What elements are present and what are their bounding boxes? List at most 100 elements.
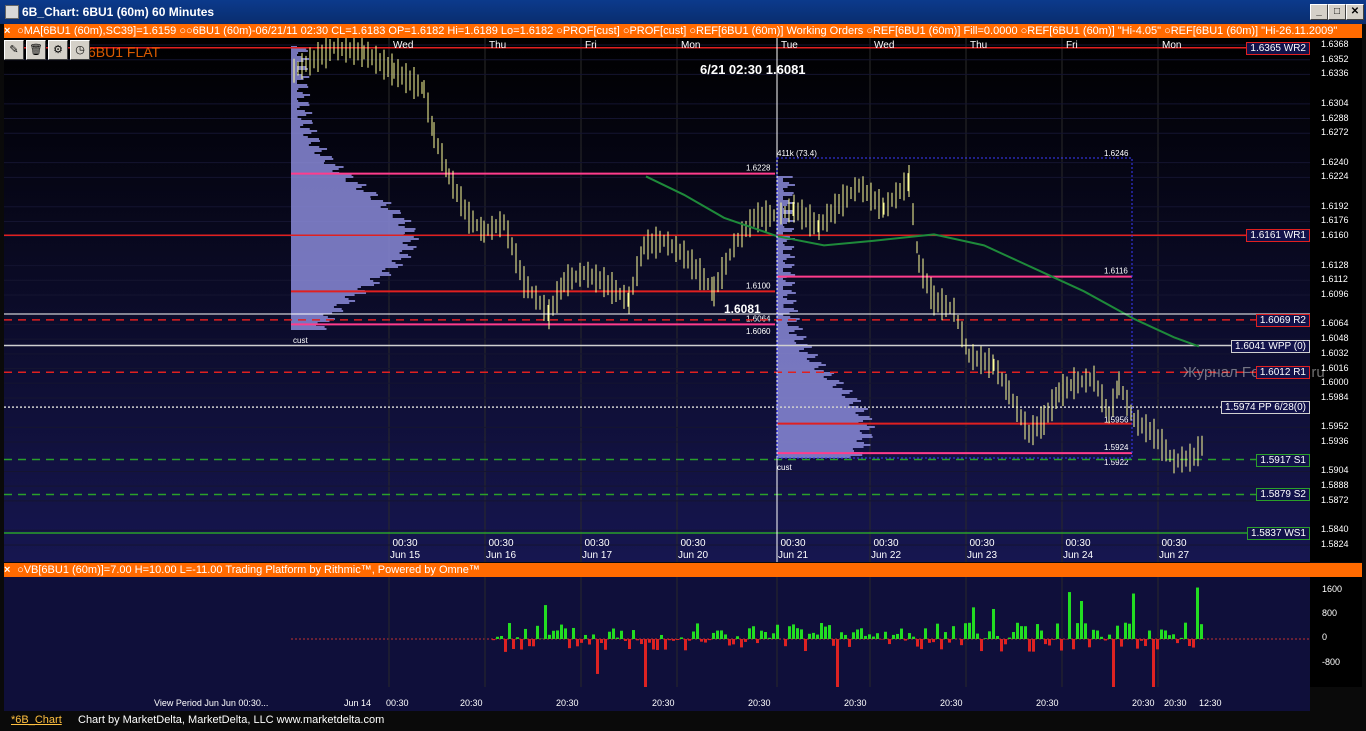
volume-bar — [1004, 639, 1007, 645]
clock-icon[interactable]: ◷ — [70, 40, 90, 60]
window-titlebar: 6B_Chart: 6BU1 (60m) 60 Minutes _ □ ✕ — [0, 0, 1366, 24]
time-label: 00:30 Jun 24 — [1063, 538, 1094, 561]
order-entry-icon[interactable]: ✎ — [4, 40, 24, 60]
volume-bar — [1100, 636, 1103, 639]
level-label: 1.6365 WR2 — [1246, 41, 1310, 55]
volume-bar — [704, 639, 707, 643]
volume-bar — [832, 639, 835, 646]
price-chart[interactable]: 1.6228 1.6100 1.6064 1.6060 cust 411k (73.4) 1… — [4, 38, 1362, 562]
volume-bar — [876, 633, 879, 639]
volume-bar — [980, 639, 983, 652]
maximize-button[interactable]: □ — [1328, 4, 1346, 20]
price-tick-label: 1.6032 — [1321, 347, 1349, 358]
volume-time-label: 20:30 — [556, 698, 579, 708]
volume-bar — [512, 639, 515, 649]
profile-label: 1.5956 — [1104, 416, 1129, 425]
close-study-icon[interactable]: × — [4, 563, 14, 577]
volume-bar — [824, 626, 827, 639]
study-legend-bar[interactable]: × ○MA[6BU1 (60m),SC39]=1.6159 ○○6BU1 (60… — [4, 24, 1362, 38]
close-study-icon[interactable]: × — [4, 24, 14, 38]
volume-bar — [572, 627, 575, 639]
volume-bar — [984, 638, 987, 639]
volume-bar — [556, 630, 559, 639]
volume-tick-label: -800 — [1322, 657, 1341, 667]
volume-bar — [1112, 639, 1115, 687]
volume-bar — [744, 639, 747, 642]
volume-bar — [772, 633, 775, 639]
volume-bar — [1008, 637, 1011, 639]
volume-bar — [1172, 634, 1175, 639]
study-legend-text: ○MA[6BU1 (60m),SC39]=1.6159 ○○6BU1 (60m)… — [17, 25, 1338, 37]
price-tick-label: 1.5872 — [1321, 494, 1349, 505]
volume-bar — [880, 639, 883, 640]
volume-bar — [1176, 639, 1179, 644]
time-label: 00:30 Jun 15 — [390, 538, 421, 561]
volume-bar — [592, 634, 595, 639]
volume-bar — [952, 626, 955, 639]
volume-bar — [884, 631, 887, 639]
volume-bar — [656, 639, 659, 650]
volume-bar — [1072, 639, 1075, 650]
volume-bar — [960, 639, 963, 646]
minimize-button[interactable]: _ — [1310, 4, 1328, 20]
volume-time-label: 20:30 — [460, 698, 483, 708]
settings-icon[interactable]: ⚙ — [48, 40, 68, 60]
day-label: Thu — [489, 40, 507, 51]
volume-chart[interactable] — [4, 577, 1362, 687]
volume-time-label: 20:30 — [940, 698, 963, 708]
volume-bar — [1168, 635, 1171, 639]
volume-bar — [664, 639, 667, 650]
volume-tick-label: 1600 — [1322, 584, 1343, 594]
volume-bar — [684, 639, 687, 651]
volume-bar — [1012, 632, 1015, 639]
volume-bar — [776, 624, 779, 639]
volume-tick-label: 800 — [1322, 608, 1338, 618]
volume-bar — [968, 622, 971, 639]
volume-bar — [552, 630, 555, 639]
volume-bar — [624, 639, 627, 641]
close-button[interactable]: ✕ — [1346, 4, 1364, 20]
volume-bar — [640, 639, 643, 645]
volume-bar — [544, 605, 547, 639]
volume-bar — [1000, 639, 1003, 652]
trash-icon[interactable]: 🗑 — [26, 40, 46, 60]
price-tick-label: 1.6048 — [1321, 333, 1349, 344]
volume-bar — [580, 639, 583, 643]
volume-bar — [856, 629, 859, 639]
volume-bar — [740, 639, 743, 648]
volume-bar — [916, 639, 919, 647]
volume-bar — [1048, 639, 1051, 646]
volume-bar — [1020, 626, 1023, 639]
volume-bar — [900, 628, 903, 639]
volume-time-label: 12:30 — [1199, 698, 1222, 708]
volume-bar — [852, 632, 855, 639]
volume-bar — [676, 639, 679, 641]
volume-time-label: 20:30 — [1164, 698, 1187, 708]
app-icon — [5, 5, 19, 19]
volume-bar — [1140, 639, 1143, 641]
volume-bar — [636, 639, 639, 641]
chart-tab[interactable]: *6B_Chart — [11, 714, 62, 726]
volume-bar — [1148, 630, 1151, 639]
volume-bar — [1088, 639, 1091, 648]
volume-bar — [1196, 587, 1199, 639]
level-label: 1.5879 S2 — [1256, 488, 1310, 502]
price-tick-label: 1.5840 — [1321, 524, 1349, 535]
volume-bar — [604, 639, 607, 650]
profile-label: 1.6100 — [746, 281, 771, 290]
profile-label: 1.6060 — [746, 327, 771, 336]
volume-bar — [844, 634, 847, 639]
volume-bar — [576, 639, 579, 647]
volume-bar — [568, 639, 571, 649]
volume-bar — [896, 633, 899, 639]
volume-bar — [888, 639, 891, 645]
volume-study-bar[interactable]: × ○VB[6BU1 (60m)]=7.00 H=10.00 L=-11.00 … — [4, 563, 1362, 577]
volume-bar — [904, 639, 907, 641]
volume-bar — [828, 625, 831, 639]
volume-bar — [864, 635, 867, 639]
price-tick-label: 1.6304 — [1321, 97, 1349, 108]
level-label: 1.5917 S1 — [1256, 453, 1310, 467]
price-tick-label: 1.5952 — [1321, 421, 1349, 432]
volume-bar — [680, 637, 683, 639]
volume-bar — [628, 639, 631, 650]
